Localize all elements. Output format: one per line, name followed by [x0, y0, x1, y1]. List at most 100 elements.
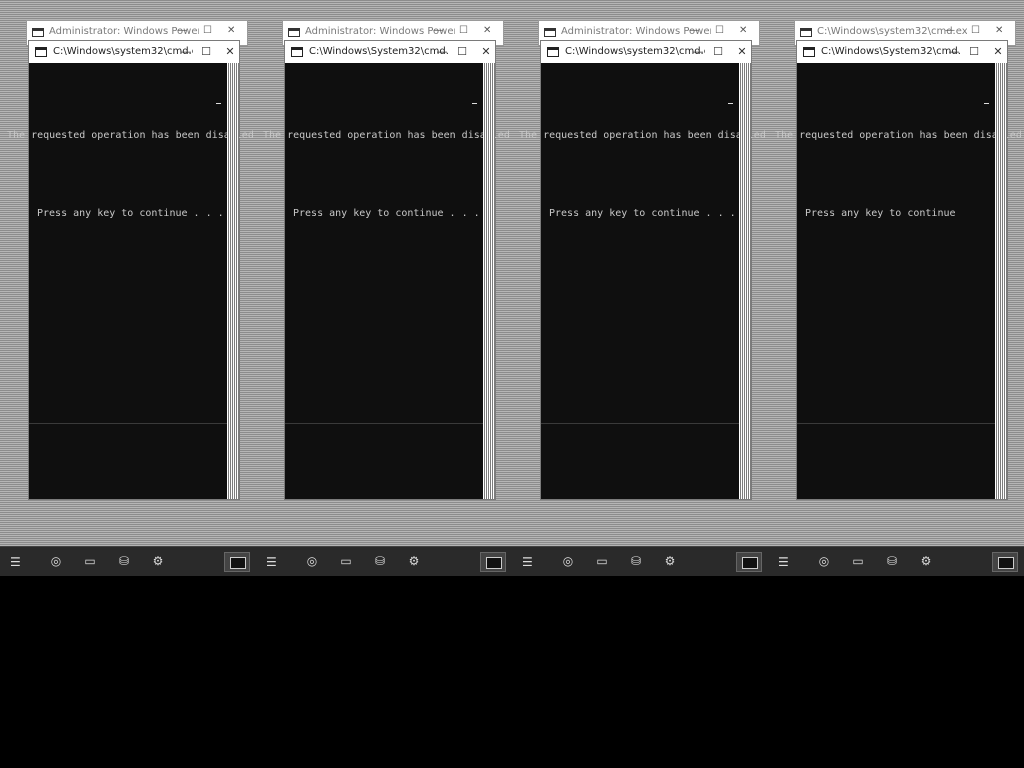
close-icon[interactable]: ✕ [739, 25, 747, 36]
settings-icon[interactable]: ⚙ [404, 553, 424, 569]
powershell-icon [288, 28, 300, 37]
text-cursor [472, 103, 477, 104]
taskbar-pinned-apps: ◎ ▭ ⛁ ⚙ [814, 553, 936, 569]
text-cursor [984, 103, 989, 104]
close-button[interactable]: ✕ [223, 44, 237, 59]
desktop-panel: C:\Windows\system32\cmd.exe — ☐ ✕ C:\Win… [768, 0, 1024, 576]
minimize-icon[interactable]: — [433, 25, 443, 36]
taskbar: ☰ ◎ ▭ ⛁ ⚙ [256, 546, 512, 576]
file-explorer-icon[interactable]: ▭ [80, 553, 100, 569]
browser-icon[interactable]: ◎ [302, 553, 322, 569]
close-button[interactable]: ✕ [735, 44, 749, 59]
file-explorer-icon[interactable]: ▭ [336, 553, 356, 569]
desktop-panel: Administrator: Windows PowerShell — ☐ ✕ … [256, 0, 512, 576]
minimize-button[interactable]: — [691, 44, 705, 59]
desktop-panel: Administrator: Windows PowerShell — ☐ ✕ … [512, 0, 768, 576]
file-explorer-icon[interactable]: ▭ [848, 553, 868, 569]
minimize-button[interactable]: — [179, 44, 193, 59]
settings-icon[interactable]: ⚙ [148, 553, 168, 569]
cmd-icon [35, 47, 47, 57]
start-menu-icon[interactable]: ☰ [10, 555, 21, 569]
minimize-button[interactable]: — [435, 44, 449, 59]
minimize-icon[interactable]: — [689, 25, 699, 36]
cmd-icon [800, 28, 812, 37]
browser-icon[interactable]: ◎ [814, 553, 834, 569]
console-line: Press any key to continue . . . [549, 208, 736, 219]
store-icon[interactable]: ⛁ [114, 553, 134, 569]
taskbar-pinned-apps: ◎ ▭ ⛁ ⚙ [558, 553, 680, 569]
divider [541, 423, 751, 424]
store-icon[interactable]: ⛁ [626, 553, 646, 569]
blank-area [0, 576, 1024, 768]
console-title: C:\Windows\System32\cmd.exe [821, 46, 961, 57]
maximize-button[interactable]: ☐ [711, 44, 725, 59]
close-button[interactable]: ✕ [991, 44, 1005, 59]
powershell-icon [32, 28, 44, 37]
divider [285, 423, 495, 424]
console-title: C:\Windows\system32\cmd.exe [565, 46, 705, 57]
minimize-icon[interactable]: — [945, 25, 955, 36]
command-prompt-icon[interactable] [224, 552, 250, 572]
console-line: The requested operation has been disable… [775, 130, 1022, 141]
powershell-icon [544, 28, 556, 37]
taskbar: ☰ ◎ ▭ ⛁ ⚙ [768, 546, 1024, 576]
maximize-icon[interactable]: ☐ [459, 25, 468, 36]
start-menu-icon[interactable]: ☰ [266, 555, 277, 569]
console-line: Press any key to continue . . . [293, 208, 480, 219]
command-prompt-icon[interactable] [480, 552, 506, 572]
store-icon[interactable]: ⛁ [370, 553, 390, 569]
console-line: The requested operation has been disable… [263, 130, 510, 141]
store-icon[interactable]: ⛁ [882, 553, 902, 569]
console-line: Press any key to continue . . . [37, 208, 224, 219]
maximize-icon[interactable]: ☐ [715, 25, 724, 36]
maximize-icon[interactable]: ☐ [203, 25, 212, 36]
taskbar: ☰ ◎ ▭ ⛁ ⚙ [0, 546, 256, 576]
console-line: Press any key to continue [805, 208, 956, 219]
scrollbar[interactable] [739, 63, 751, 499]
start-menu-icon[interactable]: ☰ [522, 555, 533, 569]
console-line: The requested operation has been disable… [7, 130, 254, 141]
taskbar-pinned-apps: ◎ ▭ ⛁ ⚙ [46, 553, 168, 569]
text-cursor [216, 103, 221, 104]
cmd-icon [547, 47, 559, 57]
close-icon[interactable]: ✕ [227, 25, 235, 36]
minimize-button[interactable]: — [947, 44, 961, 59]
close-icon[interactable]: ✕ [483, 25, 491, 36]
console-window[interactable]: C:\Windows\system32\cmd.exe — ☐ ✕ The re… [519, 40, 766, 500]
close-icon[interactable]: ✕ [995, 25, 1003, 36]
console-window[interactable]: C:\Windows\system32\cmd.exe — ☐ ✕ The re… [7, 40, 254, 500]
screen: Administrator: Windows PowerShell — ☐ ✕ … [0, 0, 1024, 576]
settings-icon[interactable]: ⚙ [916, 553, 936, 569]
console-window[interactable]: C:\Windows\System32\cmd.exe — ☐ ✕ The re… [263, 40, 510, 500]
maximize-button[interactable]: ☐ [455, 44, 469, 59]
desktop-panel: Administrator: Windows PowerShell — ☐ ✕ … [0, 0, 256, 576]
close-button[interactable]: ✕ [479, 44, 493, 59]
console-title: C:\Windows\System32\cmd.exe [309, 46, 449, 57]
cmd-icon [291, 47, 303, 57]
maximize-icon[interactable]: ☐ [971, 25, 980, 36]
minimize-icon[interactable]: — [177, 25, 187, 36]
maximize-button[interactable]: ☐ [199, 44, 213, 59]
console-titlebar[interactable]: C:\Windows\System32\cmd.exe — ☐ ✕ [285, 41, 495, 63]
console-titlebar[interactable]: C:\Windows\system32\cmd.exe — ☐ ✕ [541, 41, 751, 63]
console-line: The requested operation has been disable… [519, 130, 766, 141]
cmd-icon [803, 47, 815, 57]
browser-icon[interactable]: ◎ [558, 553, 578, 569]
scrollbar[interactable] [995, 63, 1007, 499]
taskbar: ☰ ◎ ▭ ⛁ ⚙ [512, 546, 768, 576]
scrollbar[interactable] [483, 63, 495, 499]
command-prompt-icon[interactable] [736, 552, 762, 572]
browser-icon[interactable]: ◎ [46, 553, 66, 569]
console-window[interactable]: C:\Windows\System32\cmd.exe — ☐ ✕ The re… [775, 40, 1022, 500]
command-prompt-icon[interactable] [992, 552, 1018, 572]
maximize-button[interactable]: ☐ [967, 44, 981, 59]
console-titlebar[interactable]: C:\Windows\system32\cmd.exe — ☐ ✕ [29, 41, 239, 63]
text-cursor [728, 103, 733, 104]
start-menu-icon[interactable]: ☰ [778, 555, 789, 569]
settings-icon[interactable]: ⚙ [660, 553, 680, 569]
file-explorer-icon[interactable]: ▭ [592, 553, 612, 569]
divider [29, 423, 239, 424]
console-title: C:\Windows\system32\cmd.exe [53, 46, 193, 57]
scrollbar[interactable] [227, 63, 239, 499]
console-titlebar[interactable]: C:\Windows\System32\cmd.exe — ☐ ✕ [797, 41, 1007, 63]
